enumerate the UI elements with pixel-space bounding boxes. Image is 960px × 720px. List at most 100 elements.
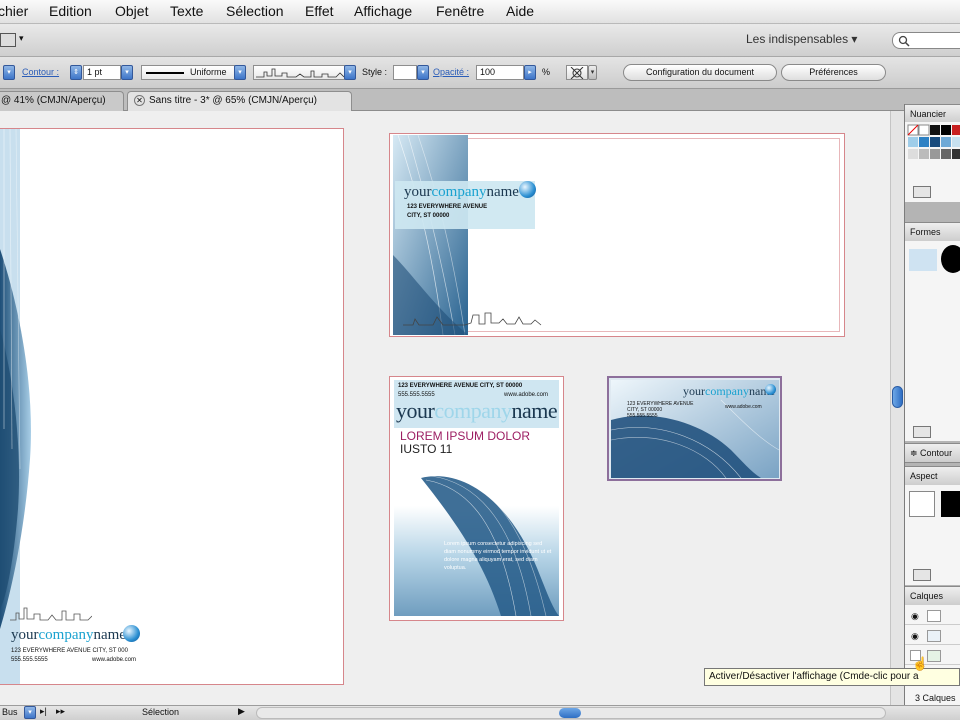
letterhead-logo: yourcompanyname xyxy=(11,627,126,643)
horizontal-scroll-thumb[interactable] xyxy=(559,708,581,718)
workspace-switcher[interactable]: Les indispensables ▾ xyxy=(746,32,857,46)
artboard-nav-icon[interactable]: ▸| xyxy=(40,706,47,717)
line-preview-icon xyxy=(146,72,184,74)
layer-row[interactable]: ◉ xyxy=(905,607,960,625)
chevron-down-icon[interactable]: ▾ xyxy=(19,33,24,44)
flyer-body-text: Lorem ipsum consectetur adipiscing sed d… xyxy=(444,541,552,571)
swatch-grid-icon[interactable] xyxy=(905,122,960,166)
flyer-artboard[interactable]: 123 EVERYWHERE AVENUE CITY, ST 00000 555… xyxy=(389,376,564,621)
brush-field[interactable] xyxy=(253,65,345,80)
menu-selection[interactable]: Sélection xyxy=(226,3,284,19)
flyer-subheadline: IUSTO 11 xyxy=(400,442,453,456)
flyer-address: 123 EVERYWHERE AVENUE CITY, ST 00000 xyxy=(398,383,523,389)
layer-thumbnail xyxy=(927,630,941,642)
menu-effet[interactable]: Effet xyxy=(305,3,334,19)
layer-thumbnail xyxy=(927,650,941,662)
graphic-style-swatch[interactable] xyxy=(393,65,417,80)
stroke-profile-dropdown[interactable]: ▾ xyxy=(234,65,246,80)
menu-texte[interactable]: Texte xyxy=(170,3,203,19)
brushes-panel xyxy=(905,241,960,441)
menu-aide[interactable]: Aide xyxy=(506,3,534,19)
artboard-last-icon[interactable]: ▸▸ xyxy=(56,706,65,717)
appearance-options-icon[interactable] xyxy=(913,569,931,581)
preferences-button[interactable]: Préférences xyxy=(781,64,886,81)
recolor-artwork-icon[interactable] xyxy=(566,65,588,80)
document-setup-button[interactable]: Configuration du document xyxy=(623,64,777,81)
status-bar: Bus ▾ ▸| ▸▸ Sélection ▶ xyxy=(0,705,960,720)
letterhead-web: www.adobe.com xyxy=(92,657,137,663)
zoom-dropdown[interactable]: ▾ xyxy=(24,706,36,719)
letterhead-swoosh-graphic xyxy=(0,129,31,684)
application-bar: ▾ Les indispensables ▾ xyxy=(0,24,960,57)
vertical-scrollbar[interactable] xyxy=(890,111,904,705)
panel-tab-calques[interactable]: Calques xyxy=(905,586,960,606)
opacity-dropdown[interactable]: ▸ xyxy=(524,65,536,80)
envelope-artboard[interactable]: yourcompanyname 123 EVERYWHERE AVENUE CI… xyxy=(389,133,845,337)
flyer-headline: LOREM IPSUM DOLOR xyxy=(400,429,531,443)
arrange-documents-icon[interactable] xyxy=(0,33,16,47)
panel-tab-formes[interactable]: Formes xyxy=(905,222,960,242)
horizontal-scrollbar[interactable] xyxy=(256,707,886,719)
eye-icon[interactable]: ◉ xyxy=(911,631,919,642)
brush-round-icon[interactable] xyxy=(941,245,960,273)
eye-icon[interactable]: ◉ xyxy=(911,611,919,622)
stroke-weight-field[interactable]: 1 pt xyxy=(83,65,121,80)
card-web: www.adobe.com xyxy=(725,404,762,410)
zoom-field[interactable]: Bus xyxy=(2,707,18,717)
globe-icon xyxy=(123,625,140,642)
letterhead-artboard[interactable]: yourcompanyname 123 EVERYWHERE AVENUE CI… xyxy=(0,128,344,685)
panel-tab-nuancier[interactable]: Nuancier xyxy=(905,104,960,124)
appearance-stroke-icon[interactable] xyxy=(941,491,960,517)
vertical-scroll-thumb[interactable] xyxy=(892,386,903,408)
status-tool-label: Sélection xyxy=(142,707,180,717)
brush-library-icon[interactable] xyxy=(913,426,931,438)
menu-affichage[interactable]: Affichage xyxy=(354,3,412,19)
globe-icon xyxy=(765,384,776,395)
skyline-graphic xyxy=(403,312,542,326)
opacity-label[interactable]: Opacité : xyxy=(433,67,469,77)
artboard-canvas[interactable]: yourcompanyname 123 EVERYWHERE AVENUE CI… xyxy=(0,111,890,705)
skyline-brush-icon xyxy=(256,68,344,78)
status-menu-icon[interactable]: ▶ xyxy=(238,706,245,717)
skyline-graphic xyxy=(10,607,92,621)
card-phone: 555.555.5555 xyxy=(627,413,658,419)
recolor-dropdown[interactable]: ▾ xyxy=(588,65,597,80)
flyer-swoosh-graphic xyxy=(394,472,559,617)
contour-label[interactable]: Contour : xyxy=(22,67,59,77)
globe-icon xyxy=(519,181,536,198)
stroke-weight-dropdown[interactable]: ▾ xyxy=(121,65,133,80)
search-field[interactable] xyxy=(892,32,960,49)
envelope-address-line1: 123 EVERYWHERE AVENUE xyxy=(407,204,488,210)
graphic-style-dropdown[interactable]: ▾ xyxy=(417,65,429,80)
business-card-artboard[interactable]: yourcompanyname 123 EVERYWHERE AVENUE CI… xyxy=(607,376,782,481)
opacity-field[interactable]: 100 xyxy=(476,65,524,80)
fill-dropdown[interactable]: ▾ xyxy=(3,65,15,80)
panel-dock: Nuancier Formes ≑ Contour Aspect Calques… xyxy=(904,104,960,705)
panel-tab-aspect[interactable]: Aspect xyxy=(905,466,960,486)
menu-fenetre[interactable]: Fenêtre xyxy=(436,3,484,19)
new-swatch-icon[interactable] xyxy=(913,186,931,198)
menu-bar: chier Edition Objet Texte Sélection Effe… xyxy=(0,0,960,24)
close-icon[interactable]: ✕ xyxy=(134,94,145,106)
tab-document-2[interactable]: ✕ Sans titre - 3* @ 65% (CMJN/Aperçu) xyxy=(127,91,352,111)
flyer-logo: yourcompanyname xyxy=(396,398,558,423)
stroke-profile-field[interactable]: Uniforme xyxy=(141,65,235,80)
menu-fichier[interactable]: chier xyxy=(0,3,28,19)
swatches-panel xyxy=(905,122,960,202)
tab-document-1[interactable]: @ 41% (CMJN/Aperçu) xyxy=(0,91,124,111)
stroke-weight-stepper[interactable]: ⇕ xyxy=(70,65,82,80)
letterhead-address: 123 EVERYWHERE AVENUE CITY, ST 000 xyxy=(11,648,128,654)
percent-sign: % xyxy=(542,67,551,77)
control-bar: ▾ Contour : ⇕ 1 pt ▾ Uniforme ▾ ▾ Style … xyxy=(0,57,960,89)
menu-objet[interactable]: Objet xyxy=(115,3,148,19)
menu-edition[interactable]: Edition xyxy=(49,3,92,19)
envelope-address-line2: CITY, ST 00000 xyxy=(407,213,450,219)
card-logo: yourcompanyname xyxy=(683,384,775,398)
brush-preview-icon[interactable] xyxy=(909,249,937,271)
brush-dropdown[interactable]: ▾ xyxy=(344,65,356,80)
appearance-fill-icon[interactable] xyxy=(909,491,935,517)
search-icon xyxy=(898,35,910,47)
envelope-logo: yourcompanyname xyxy=(404,184,519,200)
panel-tab-contour[interactable]: ≑ Contour xyxy=(905,443,960,463)
layer-row[interactable]: ◉ xyxy=(905,627,960,645)
